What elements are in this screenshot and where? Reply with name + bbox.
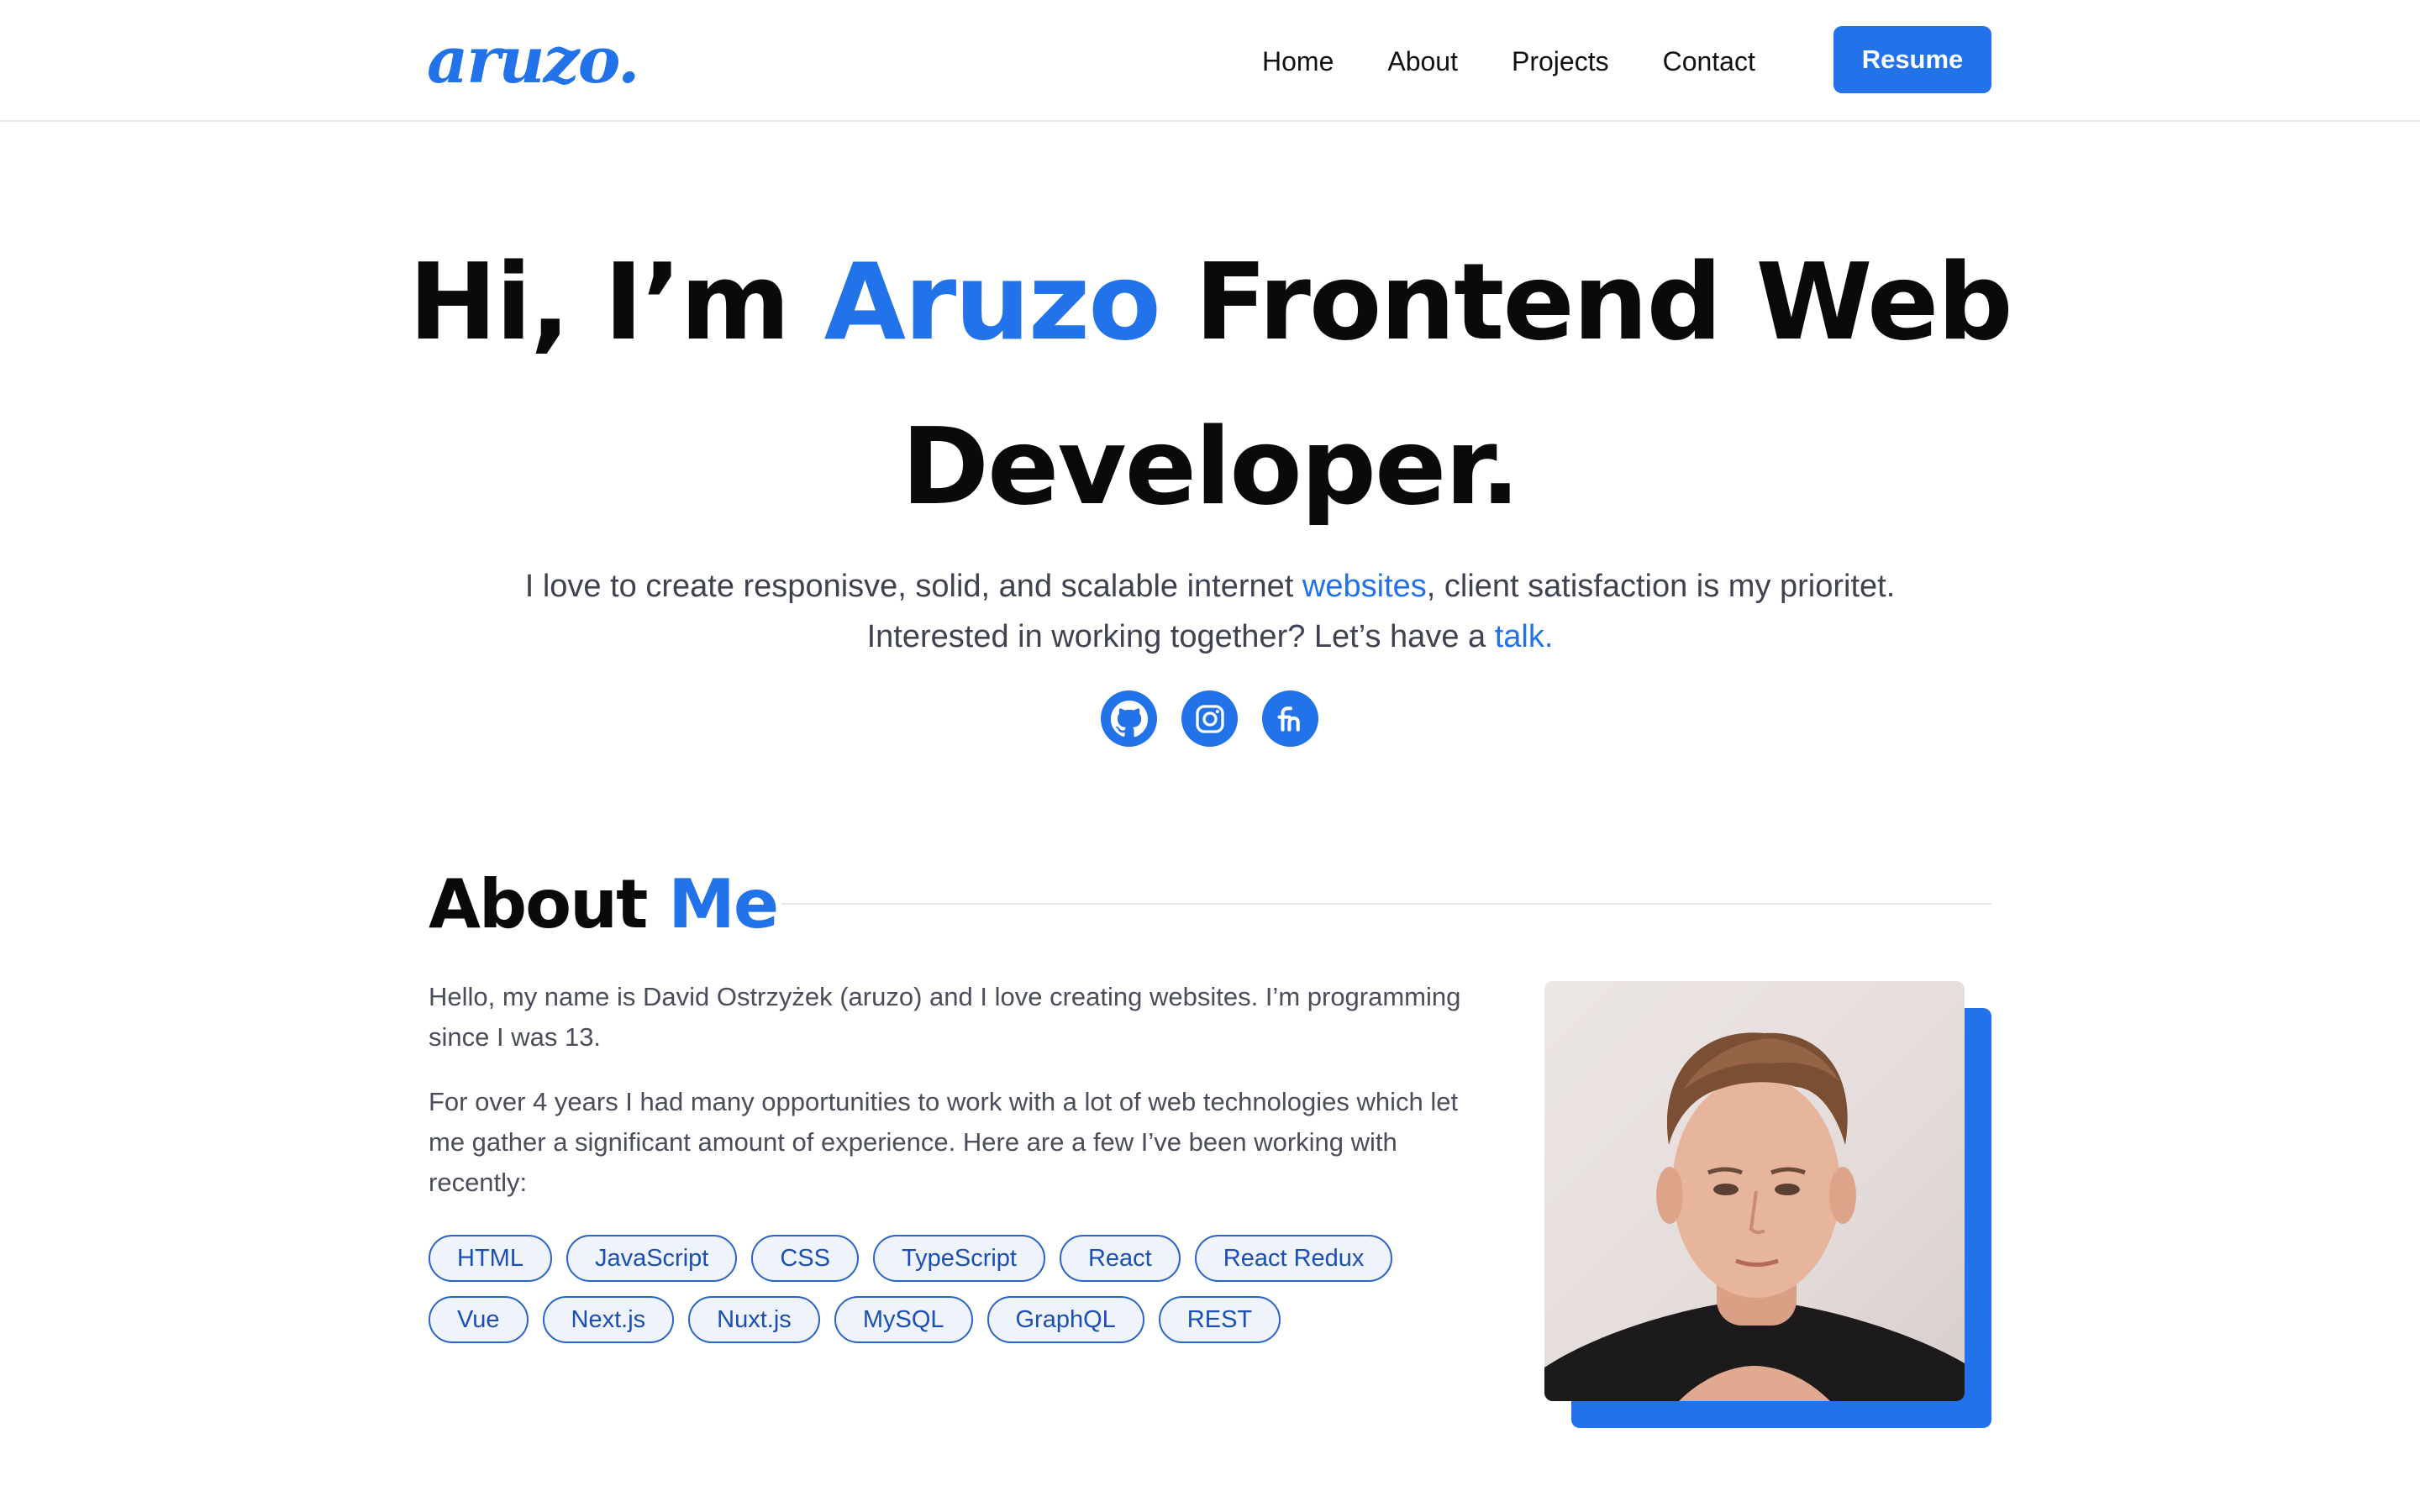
hero-title: Hi, I’m Aruzo Frontend Web Developer. bbox=[370, 220, 2050, 549]
site-logo[interactable]: aruzo. bbox=[427, 18, 640, 102]
tag-nextjs: Next.js bbox=[542, 1296, 675, 1343]
frontend-mentor-link[interactable] bbox=[1262, 690, 1318, 747]
github-link[interactable] bbox=[1101, 690, 1157, 747]
github-icon bbox=[1110, 700, 1148, 737]
skill-tags: HTML JavaScript CSS TypeScript React Rea… bbox=[429, 1235, 1479, 1357]
tag-react-redux: React Redux bbox=[1194, 1235, 1393, 1282]
hero-line1-suffix: , client satisfaction is my prioritet. bbox=[1426, 569, 1896, 604]
nav-link-contact[interactable]: Contact bbox=[1663, 46, 1755, 77]
tag-typescript: TypeScript bbox=[872, 1235, 1045, 1282]
tag-nuxtjs: Nuxt.js bbox=[688, 1296, 820, 1343]
instagram-icon bbox=[1195, 704, 1224, 733]
tag-row: HTML JavaScript CSS TypeScript React Rea… bbox=[429, 1235, 1479, 1282]
profile-portrait-illustration bbox=[1544, 1032, 1965, 1401]
instagram-link[interactable] bbox=[1181, 690, 1238, 747]
hero-line2-text: Interested in working together? Let’s ha… bbox=[866, 619, 1495, 654]
frontend-mentor-icon bbox=[1276, 706, 1300, 732]
hero-subtitle: I love to create responisve, solid, and … bbox=[370, 561, 2050, 662]
tag-row: Vue Next.js Nuxt.js MySQL GraphQL REST bbox=[429, 1296, 1479, 1343]
nav-link-home[interactable]: Home bbox=[1262, 46, 1334, 77]
hero-title-name: Aruzo bbox=[823, 240, 1161, 364]
tag-css: CSS bbox=[751, 1235, 859, 1282]
nav-link-about[interactable]: About bbox=[1387, 46, 1458, 77]
section-divider bbox=[781, 903, 1991, 905]
site-header: aruzo. Home About Projects Contact Resum… bbox=[0, 0, 2420, 122]
about-text: Hello, my name is David Ostrzyżek (aruzo… bbox=[429, 977, 1479, 1227]
about-paragraph-2: For over 4 years I had many opportunitie… bbox=[429, 1087, 1459, 1197]
hero-line1-text: I love to create responisve, solid, and … bbox=[524, 569, 1302, 604]
main-nav: Home About Projects Contact bbox=[1262, 34, 1809, 89]
resume-button[interactable]: Resume bbox=[1833, 26, 1991, 93]
tag-vue: Vue bbox=[429, 1296, 529, 1343]
about-paragraph-1: Hello, my name is David Ostrzyżek (aruzo… bbox=[429, 982, 1461, 1052]
profile-photo bbox=[1544, 981, 1965, 1401]
tag-rest: REST bbox=[1158, 1296, 1281, 1343]
tag-react: React bbox=[1059, 1235, 1181, 1282]
tag-graphql: GraphQL bbox=[986, 1296, 1144, 1343]
hero-title-prefix: Hi, I’m bbox=[408, 240, 824, 364]
nav-link-projects[interactable]: Projects bbox=[1512, 46, 1609, 77]
about-section-title: About Me bbox=[429, 858, 779, 951]
about-title-word2: Me bbox=[668, 865, 779, 943]
websites-link[interactable]: websites bbox=[1302, 569, 1427, 604]
tag-javascript: JavaScript bbox=[566, 1235, 738, 1282]
about-title-word1: About bbox=[429, 865, 648, 943]
talk-link[interactable]: talk. bbox=[1495, 619, 1554, 654]
tag-html: HTML bbox=[429, 1235, 552, 1282]
tag-mysql: MySQL bbox=[834, 1296, 973, 1343]
social-links bbox=[1101, 690, 1318, 747]
